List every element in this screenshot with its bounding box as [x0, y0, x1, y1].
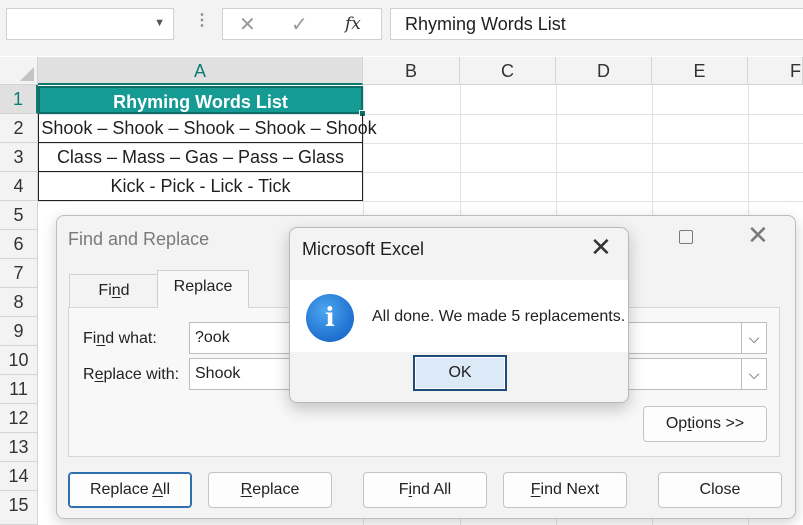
row-header-12[interactable]: 12 [0, 404, 38, 433]
row-header-4[interactable]: 4 [0, 172, 38, 201]
row-header-11[interactable]: 11 [0, 375, 38, 404]
message-text: All done. We made 5 replacements. [372, 308, 626, 325]
row-header-9[interactable]: 9 [0, 317, 38, 346]
replace-button[interactable]: Replace [208, 472, 332, 508]
cancel-icon[interactable]: ✕ [239, 12, 256, 37]
row-header-14[interactable]: 14 [0, 462, 38, 491]
formula-input[interactable]: Rhyming Words List [390, 8, 803, 40]
column-header-d[interactable]: D [556, 57, 652, 85]
find-what-dropdown-icon[interactable]: ⌵ [741, 322, 767, 354]
row-header-15[interactable]: 15 [0, 491, 38, 525]
replace-all-button[interactable]: Replace All [68, 472, 192, 508]
find-all-button[interactable]: Find All [363, 472, 487, 508]
find-what-label: Find what: [83, 330, 157, 347]
replace-with-dropdown-icon[interactable]: ⌵ [741, 358, 767, 390]
close-button[interactable]: Close [658, 472, 782, 508]
cell-a1-text: Rhyming Words List [113, 92, 288, 112]
row-header-8[interactable]: 8 [0, 288, 38, 317]
column-header-f[interactable]: F [748, 57, 803, 85]
column-header-a[interactable]: A [38, 57, 363, 85]
tab-find[interactable]: Find [69, 274, 159, 308]
enter-icon[interactable]: ✓ [291, 12, 308, 37]
cell-a1[interactable]: Rhyming Words List [38, 86, 366, 117]
row-header-1[interactable]: 1 [0, 85, 38, 114]
row-header-3[interactable]: 3 [0, 143, 38, 172]
insert-function-icon[interactable]: fx [345, 14, 361, 34]
row-header-10[interactable]: 10 [0, 346, 38, 375]
options-button[interactable]: Options >> [643, 406, 767, 442]
close-icon[interactable]: ✕ [747, 222, 769, 248]
name-box[interactable]: ▼ [6, 8, 174, 40]
column-header-b[interactable]: B [363, 57, 460, 85]
cell-a2[interactable]: Shook – Shook – Shook – Shook – Shook [38, 114, 377, 143]
name-box-dropdown-icon[interactable]: ▼ [154, 17, 165, 29]
close-icon[interactable]: ✕ [590, 234, 612, 260]
message-box-title: Microsoft Excel [302, 239, 425, 259]
find-next-button[interactable]: Find Next [503, 472, 627, 508]
row-header-5[interactable]: 5 [0, 201, 38, 230]
select-all-corner[interactable] [0, 57, 38, 85]
row-header-13[interactable]: 13 [0, 433, 38, 462]
maximize-icon[interactable] [679, 230, 693, 244]
row-header-7[interactable]: 7 [0, 259, 38, 288]
cell-a2-text: Shook – Shook – Shook – Shook – Shook [41, 118, 377, 138]
tab-replace[interactable]: Replace [157, 270, 249, 308]
cell-a3[interactable]: Class – Mass – Gas – Pass – Glass [38, 143, 363, 172]
formula-bar-area: ▼ ⋮ ✕ ✓ fx Rhyming Words List [0, 0, 803, 56]
cell-a4[interactable]: Kick - Pick - Lick - Tick [38, 172, 363, 201]
replace-with-label: Replace with: [83, 366, 180, 383]
excel-message-box: Microsoft Excel ✕ i All done. We made 5 … [289, 227, 629, 403]
column-header-e[interactable]: E [652, 57, 748, 85]
info-icon: i [306, 294, 354, 342]
formula-bar-grip-icon[interactable]: ⋮ [194, 10, 210, 30]
row-header-6[interactable]: 6 [0, 230, 38, 259]
gridline [38, 201, 803, 202]
dialog-title: Find and Replace [68, 229, 210, 249]
ok-button[interactable]: OK [413, 355, 507, 391]
formula-bar-buttons: ✕ ✓ fx [222, 8, 382, 40]
column-header-c[interactable]: C [460, 57, 556, 85]
